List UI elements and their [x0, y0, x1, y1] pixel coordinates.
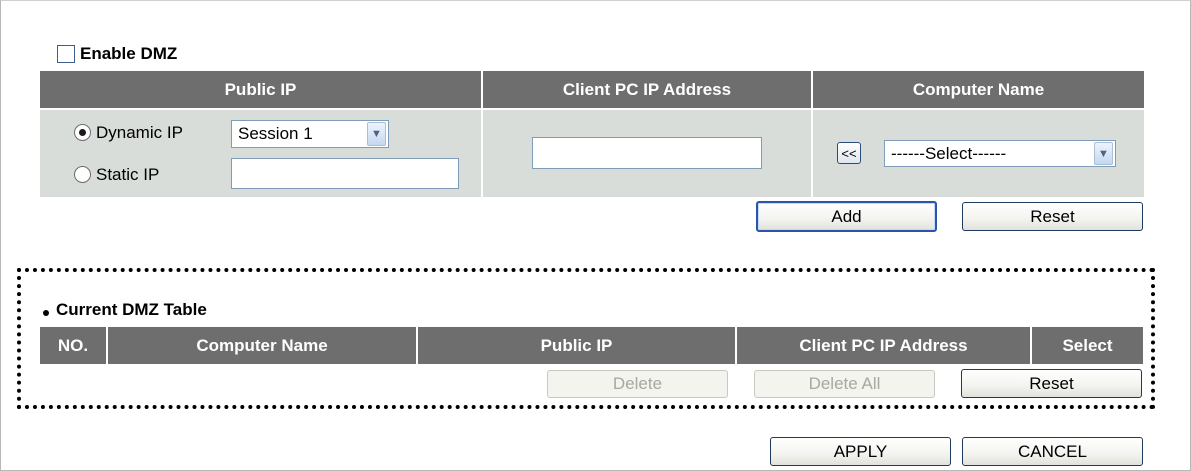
static-ip-input[interactable] [231, 158, 459, 189]
chevron-down-icon: ▼ [367, 122, 386, 146]
copy-to-client-ip-button[interactable]: << [837, 142, 861, 164]
bullet-icon [43, 310, 49, 316]
header-select: Select [1032, 327, 1143, 364]
delete-all-button[interactable]: Delete All [754, 370, 935, 398]
header-public-ip: Public IP [418, 327, 735, 364]
session-select[interactable]: Session 1 ▼ [231, 120, 389, 148]
radio-selected-dot [79, 129, 86, 136]
static-ip-label: Static IP [96, 165, 160, 184]
static-ip-radio[interactable] [74, 166, 91, 183]
dynamic-ip-radio[interactable] [74, 124, 91, 141]
table-reset-button[interactable]: Reset [961, 369, 1142, 398]
header-client-pc-ip: Client PC IP Address [737, 327, 1030, 364]
reset-button[interactable]: Reset [962, 202, 1143, 231]
enable-dmz-checkbox[interactable] [57, 45, 75, 63]
cancel-button[interactable]: CANCEL [962, 437, 1143, 466]
current-dmz-table-title: Current DMZ Table [56, 300, 207, 319]
dynamic-ip-label: Dynamic IP [96, 123, 183, 142]
computer-name-select[interactable]: ------Select------ ▼ [884, 140, 1116, 167]
header-computer-name: Computer Name [108, 327, 416, 364]
header-client-pc-ip: Client PC IP Address [483, 71, 811, 108]
add-button[interactable]: Add [756, 201, 937, 232]
header-public-ip: Public IP [40, 71, 481, 108]
client-pc-ip-input[interactable] [532, 137, 762, 169]
delete-button[interactable]: Delete [547, 370, 728, 398]
enable-dmz-label: Enable DMZ [80, 44, 178, 63]
header-computer-name: Computer Name [813, 71, 1144, 108]
header-no: NO. [40, 327, 106, 364]
chevron-down-icon: ▼ [1094, 142, 1113, 165]
apply-button[interactable]: APPLY [770, 437, 951, 466]
session-select-value: Session 1 [238, 124, 313, 143]
computer-name-select-value: ------Select------ [891, 143, 1007, 163]
